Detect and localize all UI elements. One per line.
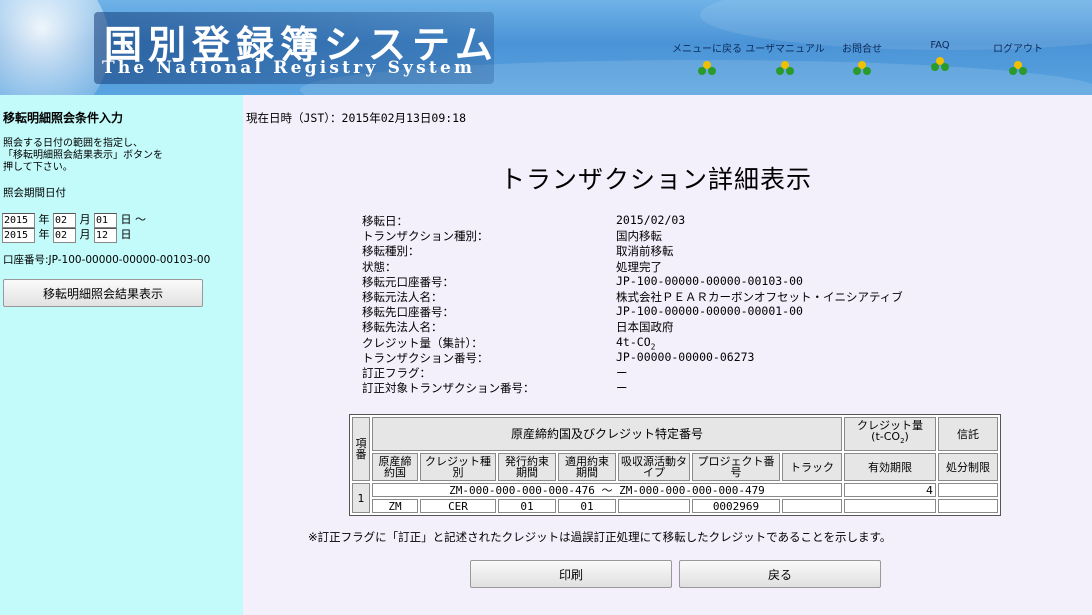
description-line: 押して下さい。: [3, 162, 73, 173]
correction-note: ※訂正フラグに「訂正」と記述されたクレジットは過誤訂正処理にて移転したクレジット…: [308, 530, 892, 544]
subheader-project-no: プロジェクト番号: [692, 453, 780, 481]
credit-amount: 4t-CO: [616, 334, 651, 349]
empty-cell: [938, 483, 998, 497]
credit-table: 項番 原産締約国及びクレジット特定番号 クレジット量 (t-CO2) 信託 原産…: [349, 414, 1001, 516]
detail-label: クレジット量（集計）：: [362, 335, 483, 350]
detail-value: 処理完了: [616, 259, 662, 274]
sidebar-description: 照会する日付の範囲を指定し、 「移転明細照会結果表示」ボタンを 押して下さい。: [3, 138, 239, 174]
detail-value: 取消前移転: [616, 244, 674, 259]
detail-label: 訂正フラグ：: [362, 365, 431, 380]
restriction-cell: [938, 499, 998, 513]
subheader-expiry: 有効期限: [844, 453, 936, 481]
detail-label: 移転日：: [362, 214, 408, 228]
subheader-issue-period: 発行約束期間: [498, 453, 556, 481]
description-line: 照会する日付の範囲を指定し、: [3, 138, 143, 149]
detail-label: トランザクション番号：: [362, 350, 489, 365]
project-number-cell: 0002969: [692, 499, 780, 513]
subheader-track: トラック: [782, 453, 842, 481]
current-datetime: 現在日時（JST）：2015年02月13日09:18: [246, 111, 467, 125]
detail-value: JP-100-00000-00000-00103-00: [616, 273, 803, 288]
header-trust: 信託: [938, 417, 998, 451]
credit-amount-cell: 4: [844, 483, 936, 497]
subheader-country: 原産締約国: [372, 453, 418, 481]
period-label: 照会期間日付: [3, 187, 66, 199]
subheader-credit-type: クレジット種別: [420, 453, 496, 481]
sidebar-title: 移転明細照会条件入力: [3, 111, 124, 125]
header-credit-id-group: 原産締約国及びクレジット特定番号: [372, 417, 842, 451]
nav-label: メニューに戻る: [672, 44, 742, 55]
header-unit: (t-CO2): [871, 430, 909, 446]
nav-label: ログアウト: [993, 44, 1043, 55]
range-tilde: ～: [135, 213, 146, 226]
detail-value: 株式会社ＰＥＡＲカーボンオフセット・イニシアティブ: [616, 289, 903, 304]
table-row: ZM CER 01 01 0002969: [352, 499, 998, 513]
nav-menu-return[interactable]: メニューに戻る: [667, 40, 747, 75]
country-cell: ZM: [372, 499, 418, 513]
to-day-input[interactable]: [94, 227, 117, 243]
page-title: トランザクション詳細表示: [500, 165, 813, 194]
nav-contact[interactable]: お問合せ: [822, 40, 902, 75]
system-logo: 国別登録簿システム The National Registry System: [94, 12, 494, 84]
sidebar: 移転明細照会条件入力 照会する日付の範囲を指定し、 「移転明細照会結果表示」ボタ…: [0, 95, 243, 615]
detail-value: ー: [616, 381, 628, 396]
issue-period-cell: 01: [498, 499, 556, 513]
table-row: 1 ZM-000-000-000-000-476 ～ ZM-000-000-00…: [352, 483, 998, 513]
detail-label: 移転先口座番号：: [362, 305, 454, 320]
detail-value: 2015/02/03: [616, 213, 686, 227]
unit-label: 月: [79, 228, 91, 241]
unit-label: 日: [120, 228, 132, 241]
to-year-input[interactable]: [2, 227, 35, 243]
subheader-sink-type: 吸収源活動タイプ: [618, 453, 690, 481]
unit-label: 月: [79, 213, 91, 226]
detail-label: 状態：: [362, 259, 397, 274]
description-line: 「移転明細照会結果表示」ボタンを: [3, 150, 163, 161]
detail-value: 国内移転: [616, 229, 662, 244]
date-to-row: 年 月 日: [2, 226, 132, 243]
detail-label: 移転元口座番号：: [362, 274, 454, 289]
show-transfer-results-button[interactable]: 移転明細照会結果表示: [3, 279, 203, 307]
row-number: 1: [352, 483, 370, 513]
credit-serial-range: ZM-000-000-000-000-476 ～ ZM-000-000-000-…: [372, 483, 842, 497]
clover-icon: [1009, 61, 1027, 75]
back-button[interactable]: 戻る: [679, 560, 881, 588]
subheader-apply-period: 適用約束期間: [558, 453, 616, 481]
unit-label: 年: [38, 213, 50, 226]
detail-value: JP-100-00000-00000-00001-00: [616, 304, 803, 319]
clover-icon: [931, 57, 949, 71]
clover-icon: [776, 61, 794, 75]
nav-label: FAQ: [930, 40, 950, 51]
account-number: 口座番号:JP-100-00000-00000-00103-00: [3, 254, 211, 266]
detail-value: 4t-CO2: [616, 335, 655, 351]
clover-icon: [853, 61, 871, 75]
nav-logout[interactable]: ログアウト: [978, 40, 1058, 75]
detail-label: 移転先法人名：: [362, 320, 443, 335]
nav-faq[interactable]: FAQ: [900, 40, 980, 71]
detail-label: 訂正対象トランザクション番号：: [362, 381, 535, 396]
logo-english-title: The National Registry System: [102, 58, 476, 78]
credit-type-cell: CER: [420, 499, 496, 513]
expiry-cell: [844, 499, 936, 513]
to-month-input[interactable]: [53, 227, 76, 243]
subheader-restriction: 処分制限: [938, 453, 998, 481]
detail-label: 移転元法人名：: [362, 289, 443, 304]
apply-period-cell: 01: [558, 499, 616, 513]
unit-label: 年: [38, 228, 50, 241]
unit-label: 日: [120, 213, 132, 226]
header-item-no: 項番: [352, 417, 370, 481]
clover-icon: [698, 61, 716, 75]
detail-value: ー: [616, 365, 628, 380]
detail-value: JP-00000-00000-06273: [616, 349, 755, 364]
print-button[interactable]: 印刷: [470, 560, 672, 588]
nav-label: ユーザマニュアル: [745, 44, 825, 55]
sink-type-cell: [618, 499, 690, 513]
track-cell: [782, 499, 842, 513]
detail-label: 移転種別：: [362, 244, 420, 259]
nav-label: お問合せ: [842, 44, 882, 55]
header-credit-amount: クレジット量 (t-CO2): [844, 417, 936, 451]
nav-user-manual[interactable]: ユーザマニュアル: [745, 40, 825, 75]
header-banner: 国別登録簿システム The National Registry System メ…: [0, 0, 1092, 95]
detail-value: 日本国政府: [616, 320, 674, 335]
detail-label: トランザクション種別：: [362, 229, 489, 244]
